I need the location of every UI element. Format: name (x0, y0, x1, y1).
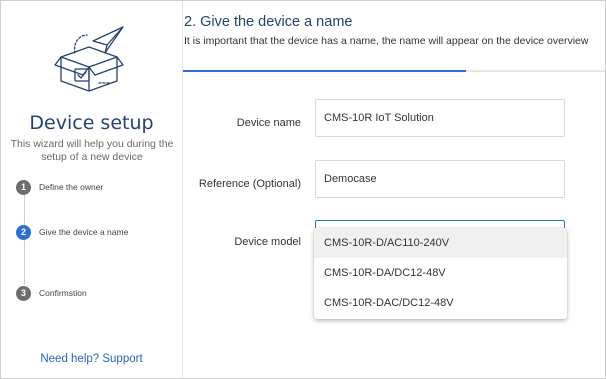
sidebar-description: This wizard will help you during the set… (10, 138, 174, 163)
support-link[interactable]: Need help? Support (1, 353, 182, 365)
step-connector (24, 195, 25, 225)
step-subtitle: It is important that the device has a na… (184, 35, 589, 47)
device-name-label: Device name (236, 117, 301, 129)
reference-input[interactable] (315, 160, 565, 198)
device-model-option[interactable]: CMS-10R-D/AC110-240V (314, 228, 567, 258)
wizard-window: Device setup This wizard will help you d… (0, 0, 606, 379)
step-number: 1 (16, 179, 31, 195)
progress-track (183, 70, 605, 72)
step-number: 2 (16, 224, 31, 240)
wizard-sidebar: Device setup This wizard will help you d… (1, 1, 183, 378)
device-model-option[interactable]: CMS-10R-DAC/DC12-48V (314, 288, 567, 318)
device-model-dropdown: CMS-10R-D/AC110-240V CMS-10R-DA/DC12-48V… (314, 228, 567, 319)
step-connector (24, 239, 25, 285)
device-model-option[interactable]: CMS-10R-DA/DC12-48V (314, 258, 567, 288)
step-number: 3 (16, 285, 31, 301)
step-label: Confirmstion (39, 288, 87, 298)
sidebar-title: Device setup (29, 112, 154, 134)
step-confirmation[interactable]: 3 Confirmstion (16, 285, 87, 301)
package-box-icon (54, 26, 124, 92)
wizard-main: 2. Give the device a name It is importan… (183, 1, 605, 378)
step-label: Define the owner (39, 182, 104, 192)
device-name-input[interactable] (315, 99, 565, 137)
device-model-label: Device model (234, 236, 301, 248)
step-title: 2. Give the device a name (184, 14, 353, 30)
step-define-owner[interactable]: 1 Define the owner (16, 179, 103, 195)
reference-label: Reference (Optional) (198, 178, 301, 190)
step-label: Give the device a name (39, 227, 129, 237)
step-give-device-name[interactable]: 2 Give the device a name (16, 224, 128, 240)
progress-bar (183, 70, 466, 72)
